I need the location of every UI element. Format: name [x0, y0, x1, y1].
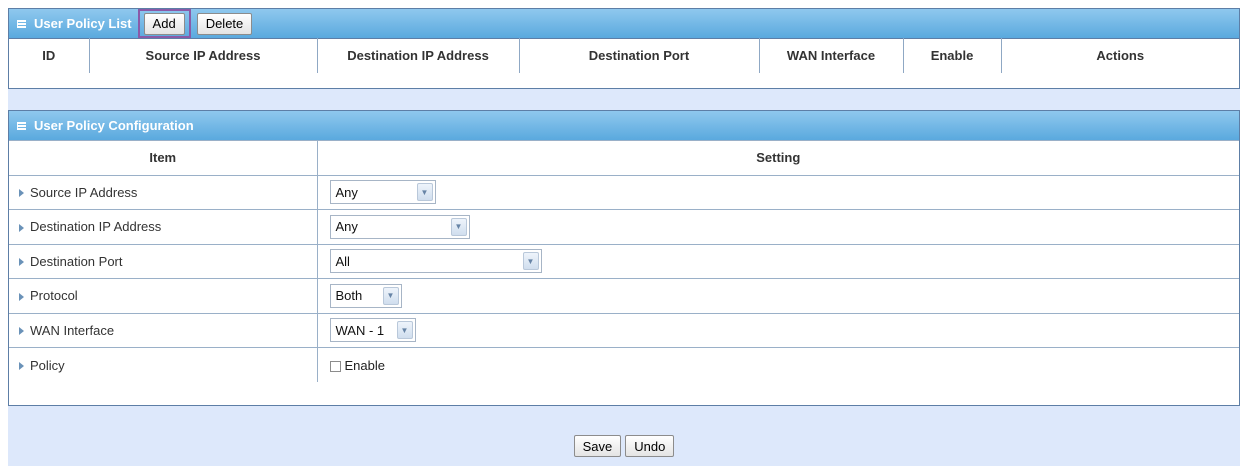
source-ip-select[interactable]: Any ▼	[329, 180, 436, 205]
column-header-enable: Enable	[903, 38, 1002, 73]
triangle-right-icon	[19, 223, 24, 232]
column-header-source-ip: Source IP Address	[89, 38, 318, 73]
policy-enable-control[interactable]: Enable	[329, 357, 385, 373]
undo-button[interactable]: Undo	[625, 435, 675, 457]
protocol-select-value: Both	[335, 288, 363, 304]
column-header-actions: Actions	[1001, 38, 1239, 73]
user-policy-configuration-table: Item Setting Source IP Address Any ▼ Des…	[9, 140, 1239, 382]
source-ip-select-value: Any	[335, 184, 358, 200]
wan-interface-select[interactable]: WAN - 1 ▼	[329, 318, 416, 343]
destination-port-select-value: All	[335, 253, 350, 269]
user-policy-configuration-header: User Policy Configuration	[9, 111, 1239, 140]
protocol-select[interactable]: Both ▼	[329, 283, 402, 308]
item-column-header: Item	[9, 140, 318, 175]
list-icon	[17, 121, 26, 130]
user-policy-configuration-panel: User Policy Configuration Item Setting S…	[8, 110, 1240, 406]
destination-ip-select[interactable]: Any ▼	[329, 214, 470, 239]
user-policy-configuration-title: User Policy Configuration	[34, 118, 194, 133]
column-header-id: ID	[9, 38, 90, 73]
table-row: Destination Port All ▼	[9, 243, 1239, 279]
destination-port-select[interactable]: All ▼	[329, 249, 542, 274]
triangle-right-icon	[19, 362, 24, 371]
wan-interface-select-value: WAN - 1	[335, 322, 385, 338]
user-policy-list-panel: User Policy List Add Delete ID Source IP…	[8, 8, 1240, 89]
triangle-right-icon	[19, 189, 24, 198]
table-row: Protocol Both ▼	[9, 278, 1239, 313]
add-button-highlight: Add	[137, 9, 191, 38]
destination-ip-select-value: Any	[335, 219, 358, 235]
delete-button[interactable]: Delete	[196, 12, 253, 35]
policy-label: Policy	[30, 357, 65, 373]
triangle-right-icon	[19, 258, 24, 267]
policy-enable-checkbox[interactable]	[329, 360, 341, 372]
chevron-down-icon[interactable]: ▼	[382, 286, 399, 305]
chevron-down-icon[interactable]: ▼	[450, 217, 467, 236]
user-policy-list-title: User Policy List	[34, 16, 132, 31]
separator-band	[8, 89, 1240, 110]
policy-enable-label: Enable	[344, 357, 385, 373]
table-header-row: ID Source IP Address Destination IP Addr…	[9, 38, 1239, 73]
table-row: Policy Enable	[9, 347, 1239, 382]
protocol-label: Protocol	[30, 288, 78, 304]
table-row: Source IP Address Any ▼	[9, 174, 1239, 210]
setting-column-header: Setting	[317, 140, 1239, 175]
column-header-destination-ip: Destination IP Address	[317, 38, 520, 73]
user-policy-list-header: User Policy List Add Delete	[9, 9, 1239, 38]
source-ip-label: Source IP Address	[30, 184, 138, 200]
add-button[interactable]: Add	[143, 12, 185, 35]
destination-port-label: Destination Port	[30, 253, 123, 269]
triangle-right-icon	[19, 292, 24, 301]
destination-ip-label: Destination IP Address	[30, 219, 162, 235]
chevron-down-icon[interactable]: ▼	[396, 321, 413, 340]
save-button[interactable]: Save	[573, 435, 622, 457]
column-header-destination-port: Destination Port	[519, 38, 760, 73]
config-header-row: Item Setting	[9, 140, 1239, 175]
footer-bar: Save Undo	[8, 406, 1240, 466]
table-row: Destination IP Address Any ▼	[9, 209, 1239, 244]
chevron-down-icon[interactable]: ▼	[522, 252, 539, 271]
wan-interface-label: WAN Interface	[30, 322, 115, 338]
column-header-wan-interface: WAN Interface	[759, 38, 904, 73]
table-row: WAN Interface WAN - 1 ▼	[9, 312, 1239, 348]
triangle-right-icon	[19, 327, 24, 336]
list-icon	[17, 19, 26, 28]
user-policy-list-table: ID Source IP Address Destination IP Addr…	[9, 38, 1239, 73]
chevron-down-icon[interactable]: ▼	[416, 183, 433, 202]
